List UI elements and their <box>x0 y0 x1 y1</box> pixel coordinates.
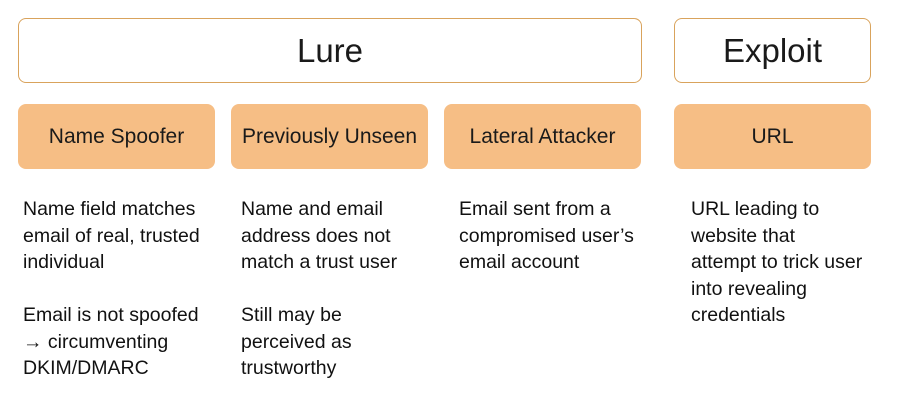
description-paragraph: Name and email address does not match a … <box>241 196 441 276</box>
description-line: DKIM/DMARC <box>23 357 149 379</box>
lateral-attacker-description: Email sent from a compromised user’s ema… <box>459 196 659 276</box>
previously-unseen-box: Previously Unseen <box>231 104 428 169</box>
description-line: Email sent from a <box>459 198 611 220</box>
description-line: Name and email <box>241 198 383 220</box>
description-paragraph: Email is not spoofed → circumventing DKI… <box>23 302 228 382</box>
description-line: Still may be <box>241 304 342 326</box>
description-paragraph: Name field matches email of real, truste… <box>23 196 228 276</box>
description-line: Email is not spoofed <box>23 304 199 326</box>
description-line: → circumventing <box>23 330 169 353</box>
name-spoofer-box: Name Spoofer <box>18 104 215 169</box>
description-line: email account <box>459 251 580 273</box>
description-line: into revealing <box>691 277 807 300</box>
description-paragraph: Email sent from a compromised user’s ema… <box>459 196 659 276</box>
description-line: trustworthy <box>241 357 337 379</box>
description-line: attempt to trick user <box>691 251 863 273</box>
description-line: individual <box>23 251 105 273</box>
description-line: match a trust user <box>241 251 398 273</box>
previously-unseen-description: Name and email address does not match a … <box>241 196 441 382</box>
url-box: URL <box>674 104 871 169</box>
description-paragraph: Still may be perceived as trustworthy <box>241 302 441 382</box>
description-line: website that <box>691 224 796 247</box>
description-line: perceived as <box>241 330 352 353</box>
description-line: URL leading to <box>691 198 820 220</box>
lateral-attacker-box: Lateral Attacker <box>444 104 641 169</box>
description-paragraph: URL leading to website that attempt to t… <box>691 196 896 329</box>
name-spoofer-description: Name field matches email of real, truste… <box>23 196 228 382</box>
url-description: URL leading to website that attempt to t… <box>691 196 896 329</box>
description-line: Name field matches <box>23 198 196 220</box>
description-line: address does not <box>241 224 391 247</box>
description-line: compromised user’s <box>459 224 634 247</box>
description-line: email of real, trusted <box>23 224 200 247</box>
lure-header: Lure <box>18 18 642 83</box>
description-line: credentials <box>691 304 786 326</box>
exploit-header: Exploit <box>674 18 871 83</box>
